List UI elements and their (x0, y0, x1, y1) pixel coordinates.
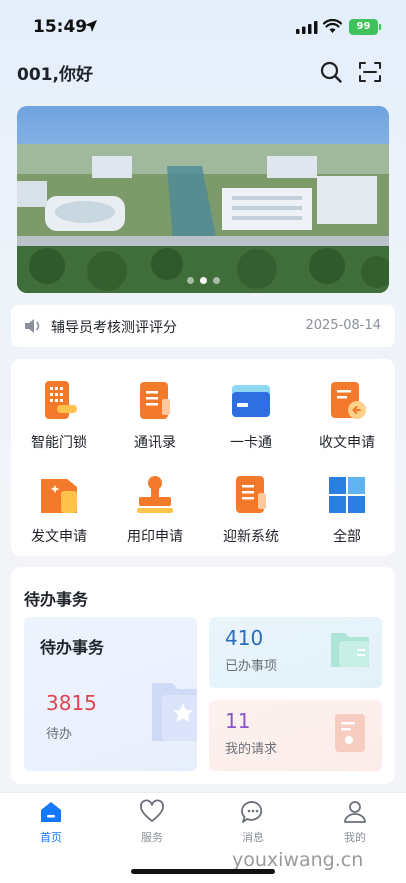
pending-label: 待办 (46, 727, 73, 742)
watermark-text: youxiwang.cn (232, 849, 364, 871)
app-label: 用印申请 (127, 529, 183, 545)
home-indicator[interactable] (131, 869, 275, 874)
carousel-dot[interactable] (212, 277, 220, 284)
campus-card-icon (232, 385, 270, 417)
pending-card-title: 待办事务 (40, 638, 105, 657)
done-count: 410 (225, 626, 264, 650)
tab-label: 消息 (242, 831, 264, 844)
app-grid: 智能门锁 通讯录 一卡通 收文申请 发文申请 用印申请 迎新系统 全部 (11, 359, 395, 556)
tab-profile[interactable]: 我的 (320, 799, 390, 845)
greeting-title: 001,你好 (17, 65, 93, 85)
todo-section: 待办事务 待办事务 3815 待办 410 已办事项 11 我的请求 (11, 567, 395, 784)
tab-label: 我的 (344, 831, 366, 844)
message-icon (241, 801, 263, 823)
search-icon[interactable] (319, 60, 343, 84)
tab-label: 服务 (141, 831, 163, 844)
done-folder-icon (331, 633, 369, 667)
requests-label: 我的请求 (225, 742, 278, 757)
app-contacts[interactable]: 通讯录 (113, 379, 197, 452)
app-label: 发文申请 (31, 529, 87, 545)
done-card[interactable]: 410 已办事项 (209, 617, 382, 688)
carousel-dot-active[interactable] (199, 277, 207, 284)
app-label: 全部 (333, 529, 361, 545)
app-label: 一卡通 (230, 435, 272, 451)
home-icon (41, 802, 61, 822)
app-freshman-system[interactable]: 迎新系统 (209, 473, 293, 546)
app-seal[interactable]: 用印申请 (113, 473, 197, 546)
campus-banner[interactable] (17, 106, 389, 293)
app-send-document[interactable]: 发文申请 (17, 473, 101, 546)
notice-date: 2025-08-14 (305, 318, 381, 333)
tab-label: 首页 (40, 831, 62, 844)
battery-level: 99 (356, 21, 371, 32)
notice-bar[interactable]: 辅导员考核测评评分 2025-08-14 (11, 305, 395, 347)
app-smart-lock[interactable]: 智能门锁 (17, 379, 101, 452)
app-label: 迎新系统 (223, 529, 279, 545)
app-label: 通讯录 (134, 435, 176, 451)
service-heart-icon (140, 799, 164, 822)
cellular-signal-icon (296, 21, 318, 34)
receive-document-icon (331, 382, 366, 419)
battery-cap (379, 24, 381, 30)
status-time: 15:49 (33, 17, 88, 37)
contacts-icon (140, 382, 170, 419)
done-label: 已办事项 (225, 659, 278, 674)
carousel-dot[interactable] (186, 277, 194, 284)
freshman-system-icon (236, 476, 266, 513)
carousel-dots[interactable] (17, 277, 389, 284)
scan-icon[interactable] (358, 60, 382, 84)
notice-text: 辅导员考核测评评分 (51, 320, 177, 336)
requests-count: 11 (225, 709, 251, 733)
status-bar: 15:49 99 (0, 0, 406, 52)
todo-section-title: 待办事务 (24, 590, 89, 609)
pending-count: 3815 (46, 691, 97, 715)
seal-icon (137, 476, 173, 513)
all-apps-icon (329, 477, 365, 513)
wifi-icon (323, 19, 342, 33)
tab-messages[interactable]: 消息 (218, 799, 288, 845)
tab-service[interactable]: 服务 (117, 799, 187, 845)
tab-home[interactable]: 首页 (16, 799, 86, 845)
battery-indicator: 99 (349, 19, 378, 35)
requests-card[interactable]: 11 我的请求 (209, 700, 382, 771)
app-campus-card[interactable]: 一卡通 (209, 379, 293, 452)
app-all[interactable]: 全部 (305, 473, 389, 546)
profile-icon (344, 801, 366, 823)
folder-star-icon (152, 683, 197, 741)
campus-aerial-image (17, 106, 389, 293)
speaker-icon (25, 319, 40, 333)
pending-card[interactable]: 待办事务 3815 待办 (24, 617, 197, 771)
app-receive-document[interactable]: 收文申请 (305, 379, 389, 452)
app-label: 智能门锁 (31, 435, 87, 451)
app-label: 收文申请 (319, 435, 375, 451)
send-document-icon (41, 479, 77, 513)
location-arrow-icon (85, 20, 97, 32)
requests-document-icon (335, 714, 365, 752)
smart-lock-icon (45, 381, 77, 419)
